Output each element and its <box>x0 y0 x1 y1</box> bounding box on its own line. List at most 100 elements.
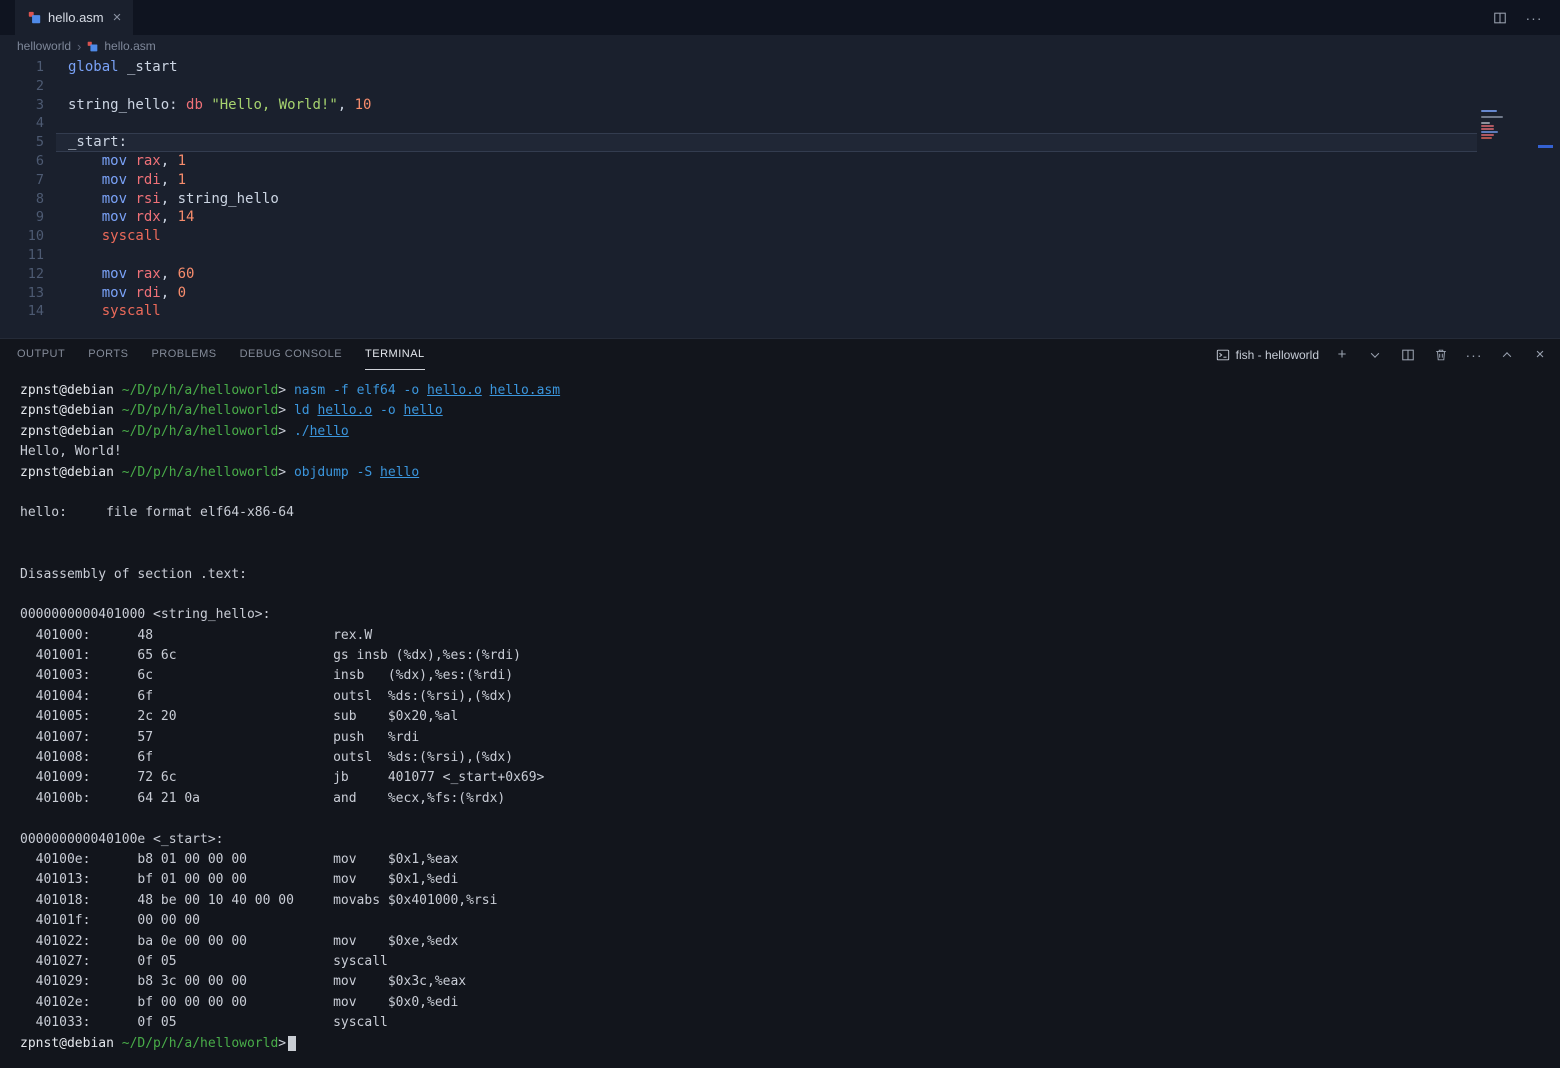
code-line-3[interactable]: 3 string_hello: db "Hello, World!", 10 <box>0 96 1560 115</box>
line-number[interactable]: 6 <box>0 152 44 171</box>
terminal-instance-selector[interactable]: fish - helloworld <box>1216 348 1319 362</box>
terminal-line: zpnst@debian ~/D/p/h/a/helloworld> ld he… <box>20 401 1560 421</box>
code-text: mov rdi, 0 <box>68 284 186 303</box>
code-line-1[interactable]: 1 global _start <box>0 58 1560 77</box>
tab-bar: hello.asm × ··· <box>0 0 1560 35</box>
code-text: mov rdx, 14 <box>68 208 194 227</box>
terminal-line: Disassembly of section .text: <box>20 565 1560 585</box>
code-line-11[interactable]: 11 <box>0 246 1560 265</box>
terminal-line: 401018: 48 be 00 10 40 00 00 movabs $0x4… <box>20 891 1560 911</box>
terminal-line: 401027: 0f 05 syscall <box>20 952 1560 972</box>
maximize-panel-icon[interactable] <box>1497 345 1517 365</box>
terminal-line: 401009: 72 6c jb 401077 <_start+0x69> <box>20 768 1560 788</box>
tab-close-icon[interactable]: × <box>111 10 124 25</box>
panel-more-actions-icon[interactable]: ··· <box>1464 345 1484 365</box>
terminal-icon <box>1216 348 1230 362</box>
panel-tabs: OUTPUT PORTS PROBLEMS DEBUG CONSOLE TERMINAL <box>17 339 448 370</box>
line-number[interactable]: 11 <box>0 246 44 265</box>
terminal-line <box>20 809 1560 829</box>
split-terminal-icon[interactable] <box>1398 345 1418 365</box>
panel-tab-debug-console[interactable]: DEBUG CONSOLE <box>240 339 342 370</box>
terminal-line <box>20 544 1560 564</box>
code-text: mov rsi, string_hello <box>68 190 279 209</box>
split-editor-icon[interactable] <box>1490 8 1510 28</box>
code-editor[interactable]: 1 global _start 23 string_hello: db "Hello,… <box>0 57 1560 338</box>
line-number[interactable]: 5 <box>0 133 44 152</box>
terminal-line: 40101f: 00 00 00 <box>20 911 1560 931</box>
close-panel-icon[interactable]: × <box>1530 345 1550 365</box>
terminal-line: 401007: 57 push %rdi <box>20 728 1560 748</box>
code-line-5[interactable]: 5 _start: <box>0 133 1560 152</box>
minimap[interactable] <box>1481 110 1505 140</box>
code-line-7[interactable]: 7 mov rdi, 1 <box>0 171 1560 190</box>
terminal-line: zpnst@debian ~/D/p/h/a/helloworld> objdu… <box>20 463 1560 483</box>
terminal-line: 401005: 2c 20 sub $0x20,%al <box>20 707 1560 727</box>
terminal[interactable]: zpnst@debian ~/D/p/h/a/helloworld> nasm … <box>0 370 1560 1068</box>
terminal-line: 401033: 0f 05 syscall <box>20 1013 1560 1033</box>
tab-label: hello.asm <box>48 10 104 25</box>
terminal-line: zpnst@debian ~/D/p/h/a/helloworld> <box>20 1034 1560 1054</box>
assembly-file-icon <box>28 11 41 24</box>
line-number[interactable]: 8 <box>0 190 44 209</box>
terminal-line <box>20 524 1560 544</box>
terminal-line: 401003: 6c insb (%dx),%es:(%rdi) <box>20 666 1560 686</box>
kill-terminal-icon[interactable] <box>1431 345 1451 365</box>
line-number[interactable]: 14 <box>0 302 44 321</box>
line-number[interactable]: 9 <box>0 208 44 227</box>
line-number[interactable]: 10 <box>0 227 44 246</box>
code-line-6[interactable]: 6 mov rax, 1 <box>0 152 1560 171</box>
code-line-14[interactable]: 14 syscall <box>0 302 1560 321</box>
terminal-line: 401004: 6f outsl %ds:(%rsi),(%dx) <box>20 687 1560 707</box>
vscode-window: { "theme": { "editor_background": "#1a20… <box>0 0 1560 1068</box>
code-text: mov rax, 60 <box>68 265 194 284</box>
line-number[interactable]: 4 <box>0 114 44 133</box>
terminal-instance-label: fish - helloworld <box>1236 348 1319 362</box>
line-number[interactable]: 2 <box>0 77 44 96</box>
tab-hello-asm[interactable]: hello.asm × <box>15 0 133 35</box>
breadcrumb-file[interactable]: hello.asm <box>104 39 155 53</box>
panel-tab-ports[interactable]: PORTS <box>88 339 128 370</box>
line-number[interactable]: 1 <box>0 58 44 77</box>
panel-actions: fish - helloworld + ··· × <box>1216 345 1550 365</box>
terminal-line: 40102e: bf 00 00 00 00 mov $0x0,%edi <box>20 993 1560 1013</box>
code-line-9[interactable]: 9 mov rdx, 14 <box>0 208 1560 227</box>
line-number[interactable]: 7 <box>0 171 44 190</box>
terminal-line: 401000: 48 rex.W <box>20 626 1560 646</box>
breadcrumb-folder[interactable]: helloworld <box>17 39 71 53</box>
code-line-2[interactable]: 2 <box>0 77 1560 96</box>
new-terminal-icon[interactable]: + <box>1332 345 1352 365</box>
code-line-13[interactable]: 13 mov rdi, 0 <box>0 284 1560 303</box>
more-actions-icon[interactable]: ··· <box>1524 8 1544 28</box>
code-line-8[interactable]: 8 mov rsi, string_hello <box>0 190 1560 209</box>
panel-header: OUTPUT PORTS PROBLEMS DEBUG CONSOLE TERMINAL… <box>0 339 1560 370</box>
breadcrumb: helloworld › hello.asm <box>0 35 1560 57</box>
code-line-4[interactable]: 4 <box>0 114 1560 133</box>
terminal-line: Hello, World! <box>20 442 1560 462</box>
panel-tab-problems[interactable]: PROBLEMS <box>151 339 216 370</box>
terminal-line: 401022: ba 0e 00 00 00 mov $0xe,%edx <box>20 932 1560 952</box>
line-number[interactable]: 13 <box>0 284 44 303</box>
terminal-line: 0000000000401000 <string_hello>: <box>20 605 1560 625</box>
line-number[interactable]: 12 <box>0 265 44 284</box>
editor-actions: ··· <box>1490 0 1560 35</box>
line-number[interactable]: 3 <box>0 96 44 115</box>
terminal-line <box>20 585 1560 605</box>
panel-tab-terminal[interactable]: TERMINAL <box>365 339 425 370</box>
terminal-line: hello: file format elf64-x86-64 <box>20 503 1560 523</box>
code-text: string_hello: db "Hello, World!", 10 <box>68 96 371 115</box>
code-text: global _start <box>68 58 178 77</box>
panel-tab-output[interactable]: OUTPUT <box>17 339 65 370</box>
terminal-line: 401013: bf 01 00 00 00 mov $0x1,%edi <box>20 870 1560 890</box>
terminal-line: 401008: 6f outsl %ds:(%rsi),(%dx) <box>20 748 1560 768</box>
chevron-right-icon: › <box>77 39 81 54</box>
terminal-profile-dropdown-icon[interactable] <box>1365 345 1385 365</box>
code-text: _start: <box>68 133 127 152</box>
overview-ruler-mark <box>1538 145 1553 148</box>
bottom-panel: OUTPUT PORTS PROBLEMS DEBUG CONSOLE TERMINAL… <box>0 338 1560 1068</box>
assembly-file-icon <box>87 41 98 52</box>
terminal-line: zpnst@debian ~/D/p/h/a/helloworld> ./hel… <box>20 422 1560 442</box>
code-text: syscall <box>68 302 161 321</box>
code-line-12[interactable]: 12 mov rax, 60 <box>0 265 1560 284</box>
code-line-10[interactable]: 10 syscall <box>0 227 1560 246</box>
editor-lines: 1 global _start 23 string_hello: db "Hello,… <box>0 58 1560 321</box>
